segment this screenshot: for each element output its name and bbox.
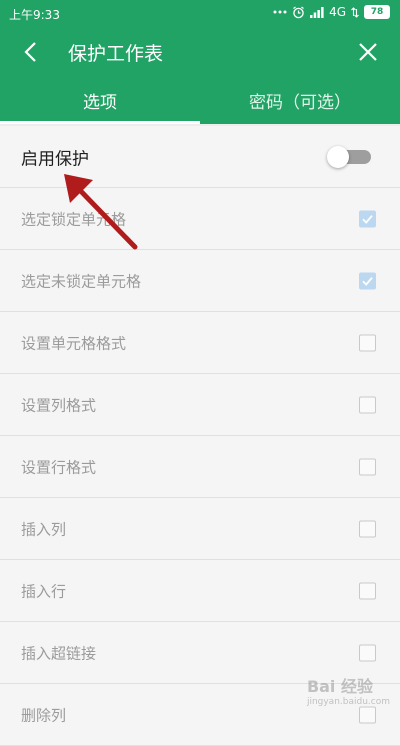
option-label: 设置列格式 (21, 396, 97, 414)
option-label: 删除列 (21, 706, 67, 724)
options-list: 启用保护 选定锁定单元格 选定未锁定单元格 设置单元格格式 设置列格式 设置行格… (0, 126, 400, 746)
enable-protection-toggle[interactable] (327, 145, 373, 168)
option-row[interactable]: 设置行格式 (0, 436, 400, 498)
option-row[interactable]: 选定锁定单元格 (0, 188, 400, 250)
option-label: 选定未锁定单元格 (21, 272, 142, 290)
option-checkbox[interactable] (359, 210, 376, 227)
close-button[interactable] (352, 36, 384, 68)
alarm-icon (292, 6, 305, 19)
page-title: 保护工作表 (68, 43, 164, 65)
option-row[interactable]: 设置列格式 (0, 374, 400, 436)
option-checkbox[interactable] (359, 334, 376, 351)
tab-bar: 选项 密码（可选） (0, 76, 400, 124)
option-row[interactable]: 设置单元格格式 (0, 312, 400, 374)
option-label: 设置单元格格式 (21, 334, 127, 352)
data-icon (351, 6, 359, 18)
tab-password-label: 密码（可选） (249, 92, 351, 113)
tab-password[interactable]: 密码（可选） (200, 76, 400, 124)
close-icon (359, 43, 377, 61)
tab-indicator (0, 121, 200, 124)
back-arrow-icon (24, 42, 36, 62)
title-bar: 保护工作表 (0, 28, 400, 76)
toggle-knob (327, 145, 349, 168)
battery-icon: 78 (364, 5, 390, 19)
enable-protection-label: 启用保护 (21, 149, 89, 169)
checkmark-icon (362, 214, 373, 224)
enable-protection-row[interactable]: 启用保护 (0, 126, 400, 188)
option-row[interactable]: 插入行 (0, 560, 400, 622)
option-checkbox[interactable] (359, 644, 376, 661)
option-checkbox[interactable] (359, 396, 376, 413)
option-row[interactable]: 选定未锁定单元格 (0, 250, 400, 312)
option-label: 插入列 (21, 520, 67, 538)
more-dots-icon (273, 10, 287, 14)
option-checkbox[interactable] (359, 458, 376, 475)
status-bar: 上午9:33 4G 78 (0, 0, 400, 28)
option-label: 插入超链接 (21, 644, 97, 662)
tab-options[interactable]: 选项 (0, 76, 200, 124)
option-label: 选定锁定单元格 (21, 210, 127, 228)
tab-options-label: 选项 (83, 92, 117, 113)
status-time: 上午9:33 (9, 8, 60, 22)
signal-icon (310, 6, 324, 18)
option-checkbox[interactable] (359, 272, 376, 289)
option-label: 插入行 (21, 582, 67, 600)
option-row[interactable]: 删除列 (0, 684, 400, 746)
option-label: 设置行格式 (21, 458, 97, 476)
checkmark-icon (362, 276, 373, 286)
option-row[interactable]: 插入超链接 (0, 622, 400, 684)
option-row[interactable]: 插入列 (0, 498, 400, 560)
status-icons: 4G 78 (273, 5, 390, 19)
option-checkbox[interactable] (359, 706, 376, 723)
back-button[interactable] (14, 36, 46, 68)
option-checkbox[interactable] (359, 582, 376, 599)
app-header: 上午9:33 4G 78 保护工作表 选项 密码（可选） (0, 0, 400, 124)
option-checkbox[interactable] (359, 520, 376, 537)
network-type: 4G (329, 5, 346, 19)
